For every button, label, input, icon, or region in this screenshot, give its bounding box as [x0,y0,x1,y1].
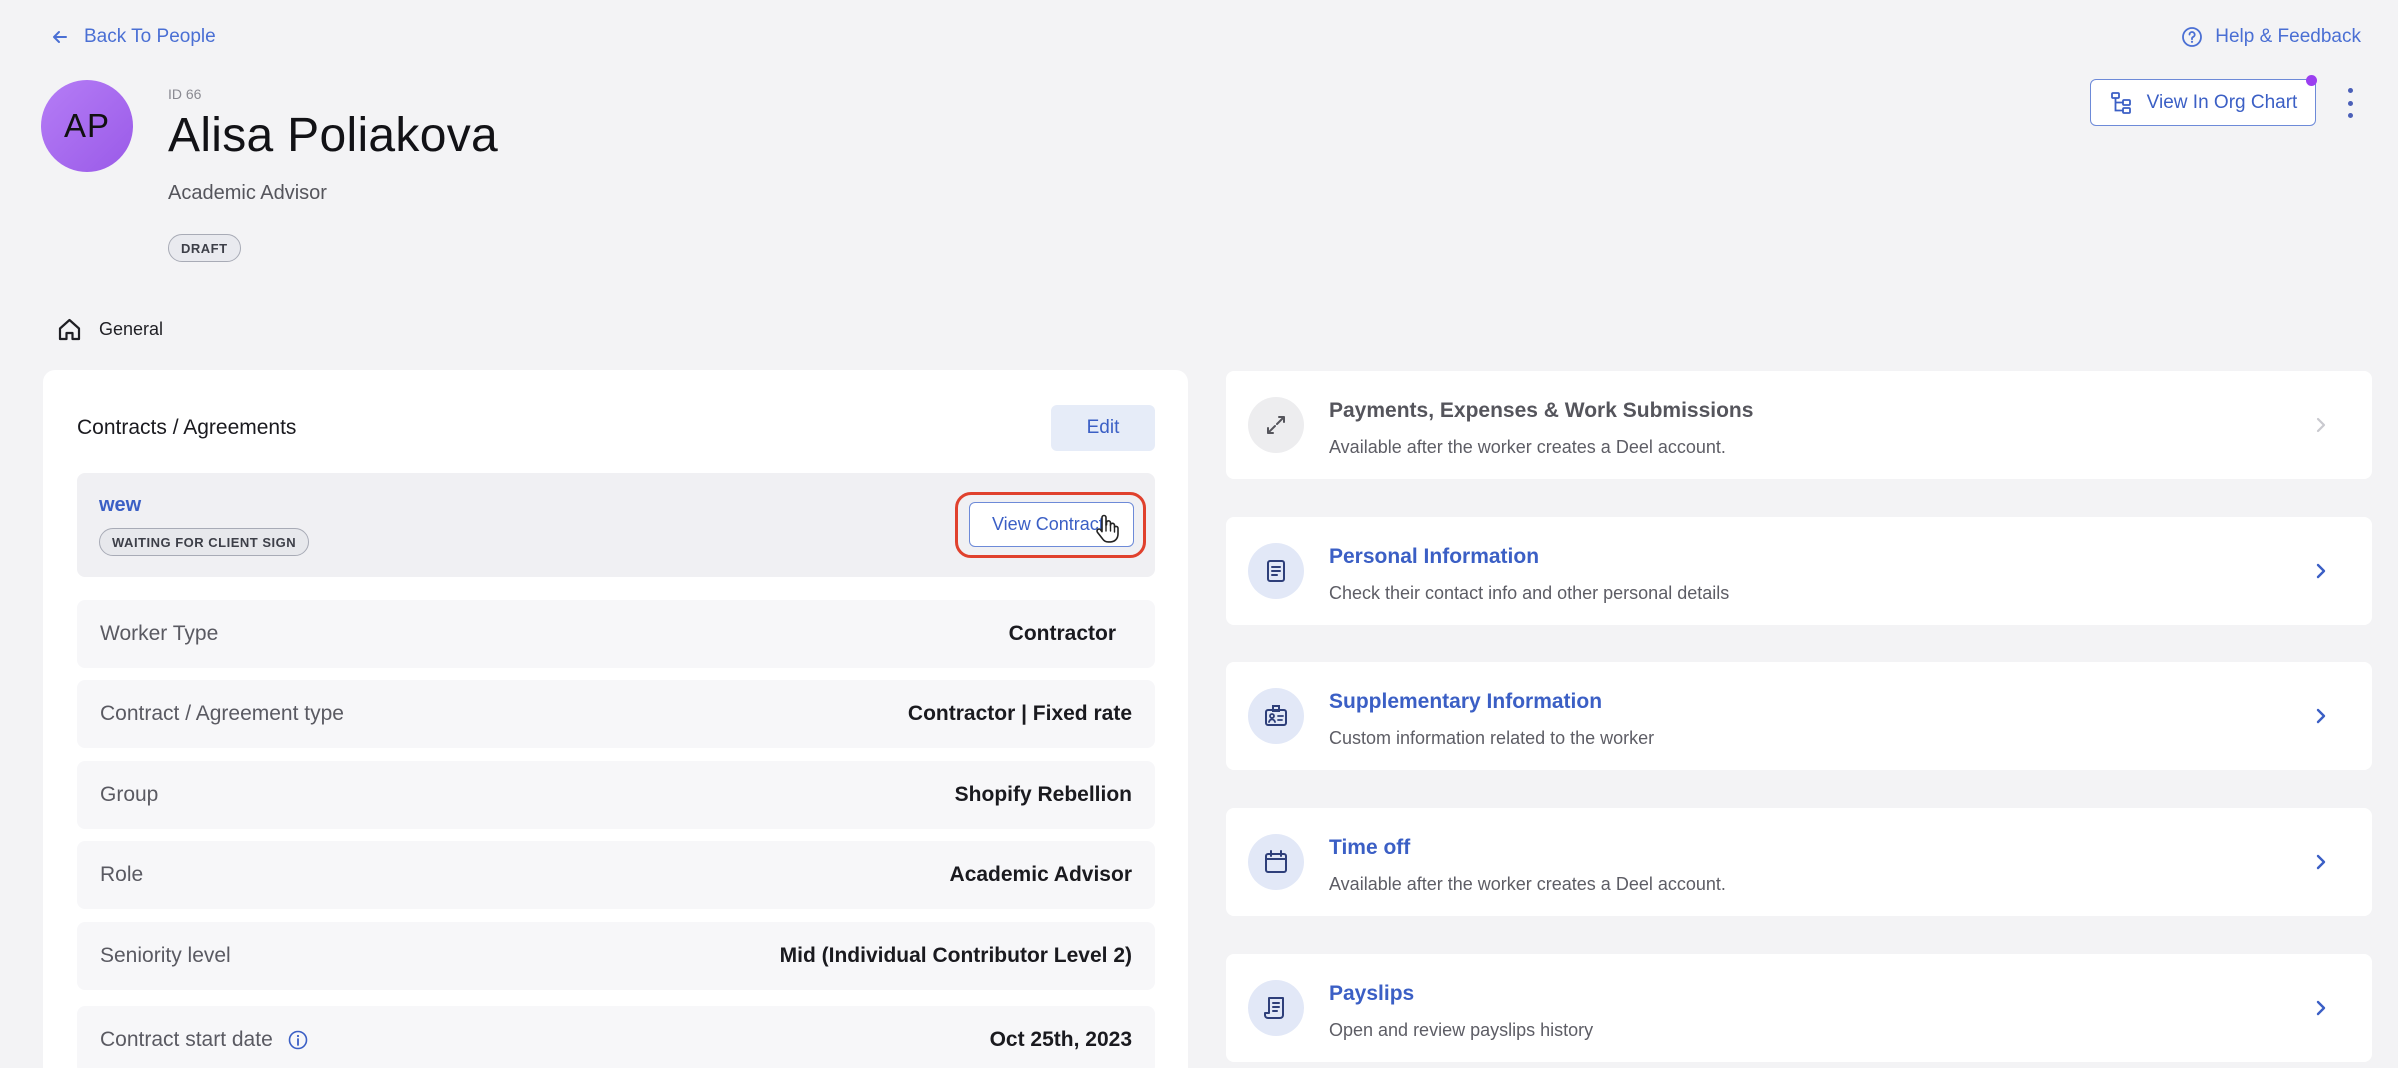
payslips-card[interactable]: Payslips Open and review payslips histor… [1226,954,2372,1062]
chevron-right-icon [2316,563,2326,579]
supplementary-information-card[interactable]: Supplementary Information Custom informa… [1226,662,2372,770]
contract-name-link[interactable]: wew [99,494,141,517]
person-role: Academic Advisor [168,182,327,204]
question-circle-icon [2182,27,2203,47]
id-badge-icon [1248,688,1304,744]
field-value: Academic Advisor [949,863,1132,886]
calendar-icon [1248,834,1304,890]
field-label-text: Contract start date [100,1028,273,1051]
arrows-icon [1248,397,1304,453]
field-row-start-date: Contract start date Oct 25th, 2023 [77,1006,1155,1068]
hand-cursor-icon [1096,514,1119,543]
field-row-contract-type: Contract / Agreement type Contractor | F… [77,680,1155,748]
info-icon[interactable] [287,1029,309,1051]
payments-card[interactable]: Payments, Expenses & Work Submissions Av… [1226,371,2372,479]
section-nav-label: General [99,319,164,339]
back-to-people-link[interactable]: Back To People [50,26,216,48]
view-org-chart-label: View In Org Chart [2146,91,2298,113]
notification-dot [2306,75,2317,86]
chevron-right-icon [2316,854,2326,870]
field-label: Contract / Agreement type [100,702,344,725]
card-title: Time off [1329,836,1411,859]
field-label: Seniority level [100,944,231,967]
time-off-card[interactable]: Time off Available after the worker crea… [1226,808,2372,916]
field-value: Contractor | Fixed rate [907,702,1132,725]
org-chart-icon [2110,91,2131,114]
chevron-right-icon [2316,417,2326,433]
document-icon [1248,543,1304,599]
personal-information-card[interactable]: Personal Information Check their contact… [1226,517,2372,625]
card-title: Personal Information [1329,545,1540,568]
arrow-left-icon [53,31,67,43]
chevron-right-icon [2316,708,2326,724]
field-label: Group [100,783,159,806]
card-subtitle: Available after the worker creates a Dee… [1329,874,1726,894]
card-title: Supplementary Information [1329,690,1603,713]
card-title: Payments, Expenses & Work Submissions [1329,399,1754,422]
card-subtitle: Check their contact info and other perso… [1329,583,1730,603]
field-label: Role [100,863,144,886]
field-value: Shopify Rebellion [954,783,1132,806]
home-icon [58,318,81,341]
more-options-icon[interactable] [2340,88,2360,118]
field-value: Oct 25th, 2023 [989,1028,1132,1051]
field-value: Mid (Individual Contributor Level 2) [779,944,1132,967]
field-row-role: Role Academic Advisor [77,841,1155,909]
person-name: Alisa Poliakova [168,109,498,162]
view-org-chart-button[interactable]: View In Org Chart [2090,79,2316,126]
edit-button[interactable]: Edit [1051,405,1155,451]
back-to-people-label: Back To People [84,26,216,47]
card-title: Payslips [1329,982,1415,1005]
help-feedback-label: Help & Feedback [2215,26,2361,47]
field-row-worker-type: Worker Type Contractor [77,600,1155,668]
field-row-group: Group Shopify Rebellion [77,761,1155,829]
section-nav-general[interactable]: General [56,316,163,343]
status-badge: DRAFT [168,234,241,262]
field-row-seniority: Seniority level Mid (Individual Contribu… [77,922,1155,990]
receipt-icon [1248,980,1304,1036]
field-label: Worker Type [100,622,219,645]
card-subtitle: Custom information related to the worker [1329,728,1655,748]
contract-status-badge: WAITING FOR CLIENT SIGN [99,528,310,556]
help-feedback-link[interactable]: Help & Feedback [2181,26,2361,48]
card-subtitle: Available after the worker creates a Dee… [1329,437,1726,457]
contracts-title: Contracts / Agreements [77,416,297,439]
field-value: Contractor [1008,622,1116,645]
person-id: ID 66 [168,86,202,102]
card-subtitle: Open and review payslips history [1329,1020,1594,1040]
chevron-right-icon [2316,1000,2326,1016]
field-label-with-info: Contract start date [100,1028,309,1052]
avatar: AP [41,80,133,172]
